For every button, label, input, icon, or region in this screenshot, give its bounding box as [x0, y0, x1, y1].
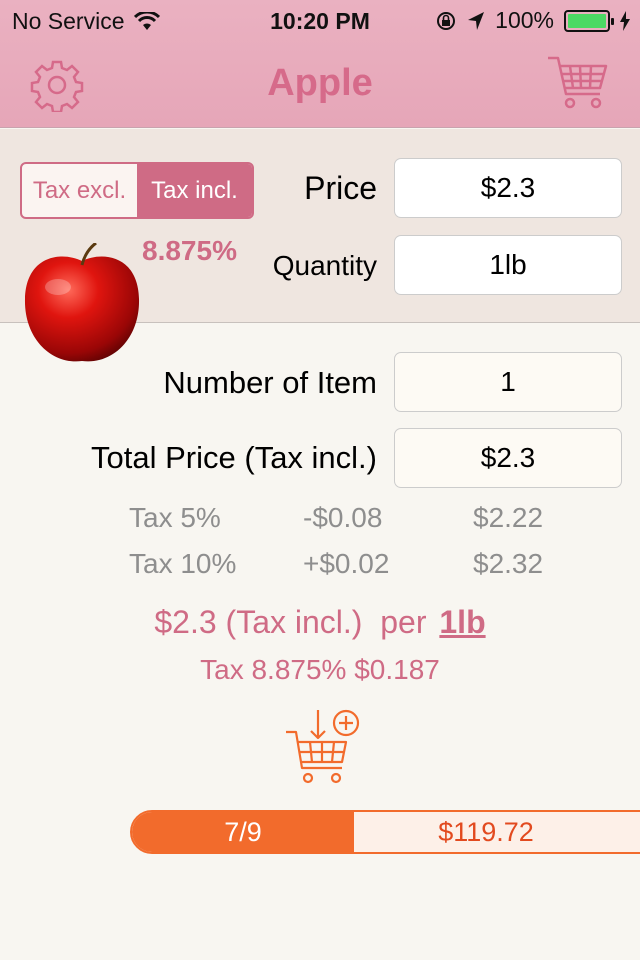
cart-progress-count: 7/9	[132, 812, 354, 852]
price-field[interactable]: $2.3	[394, 158, 622, 218]
nav-title: Apple	[267, 62, 373, 104]
price-label: Price	[304, 170, 377, 206]
battery-percent: 100%	[495, 7, 554, 33]
rotation-lock-icon	[437, 11, 456, 30]
quantity-field[interactable]: 1lb	[394, 235, 622, 295]
top-bar: No Service 10:20 PM 100% Apple	[0, 0, 640, 128]
apple-icon	[24, 243, 140, 362]
tax-amount-line: Tax 8.875% $0.187	[200, 654, 440, 685]
charging-icon	[620, 10, 630, 31]
cart-progress-bar[interactable]: 7/9 $119.72	[130, 810, 640, 854]
quantity-label: Quantity	[272, 250, 377, 281]
shopping-cart-icon[interactable]	[546, 54, 608, 112]
total-price-field[interactable]: $2.3	[394, 428, 622, 488]
tax-comparison-diff: +$0.02	[303, 548, 390, 579]
total-price-label: Total Price (Tax incl.)	[91, 440, 377, 475]
cart-total-amount: $119.72	[438, 816, 534, 847]
location-arrow-icon	[468, 11, 485, 30]
status-bar: No Service 10:20 PM 100%	[0, 0, 640, 40]
unit-link[interactable]: 1lb	[439, 604, 485, 640]
number-of-item-label: Number of Item	[163, 365, 377, 400]
tax-comparison-label: Tax 10%	[129, 548, 237, 579]
battery-icon	[564, 9, 614, 32]
tax-comparison-diff: -$0.08	[303, 502, 383, 533]
tax-comparison-price: $2.22	[473, 502, 544, 533]
summary-per-text: per	[380, 604, 427, 640]
tax-comparison-price: $2.32	[473, 548, 544, 579]
unit-price-summary: $2.3 (Tax incl.) per 1lb	[0, 604, 640, 641]
tax-comparison-label: Tax 5%	[129, 502, 221, 533]
add-to-cart-icon[interactable]	[284, 706, 364, 786]
number-of-item-field[interactable]: 1	[394, 352, 622, 412]
tax-excl-option[interactable]: Tax excl.	[22, 164, 137, 217]
summary-price-text: $2.3 (Tax incl.)	[154, 604, 363, 640]
